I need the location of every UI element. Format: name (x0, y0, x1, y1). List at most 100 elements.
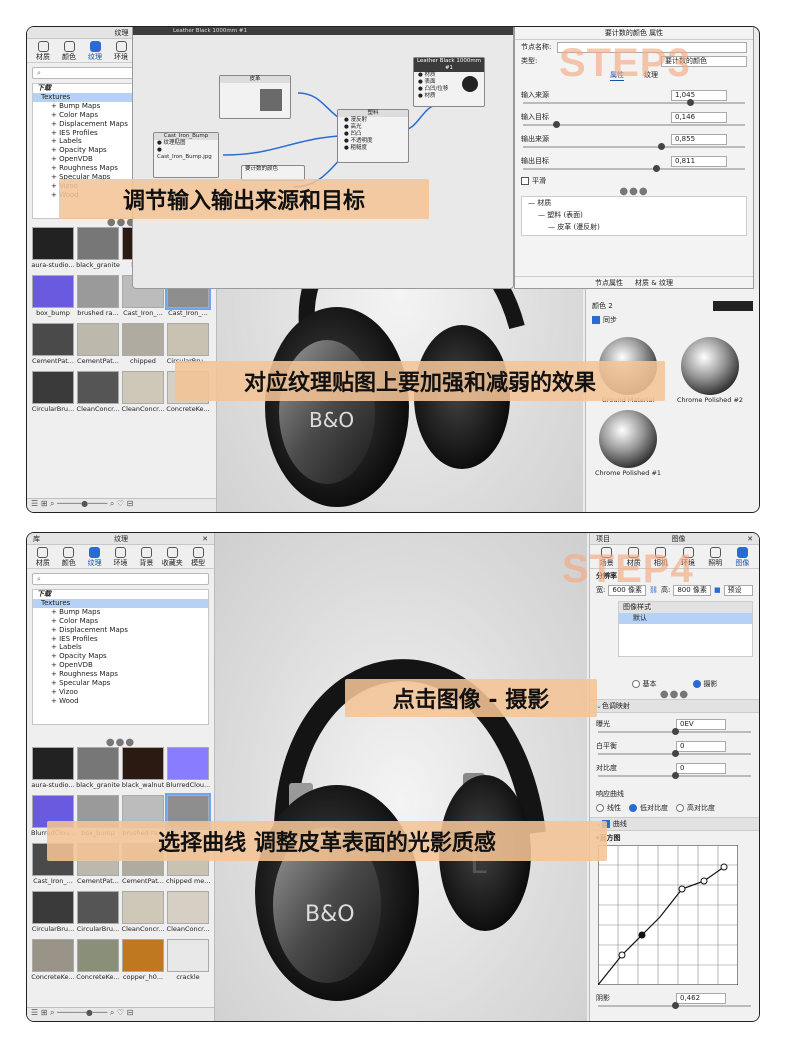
texture-thumb[interactable]: chipped (121, 323, 165, 369)
tree-item[interactable]: + Roughness Maps (33, 670, 208, 679)
texture-thumb[interactable]: CircularBru... (31, 371, 75, 417)
curve-option[interactable]: 线性 (596, 803, 621, 813)
search-input-2[interactable]: ⌕ (32, 573, 209, 585)
tree-item[interactable]: Textures (33, 598, 208, 608)
node-port[interactable]: ● 漫反射 (344, 117, 408, 124)
curve-option[interactable]: 低对比度 (629, 803, 668, 813)
tab-s4-5[interactable]: 收藏夹 (160, 547, 184, 568)
sync-checkbox[interactable] (592, 316, 600, 324)
wb-slider[interactable] (598, 750, 751, 757)
tab-s3-2[interactable]: 纹理 (83, 41, 107, 62)
color2-swatch[interactable] (713, 301, 753, 311)
tab-s3-3[interactable]: 环境 (109, 41, 133, 62)
texture-thumb[interactable]: brushed ra... (76, 275, 120, 321)
param-slider[interactable] (523, 165, 745, 172)
tab-s4-4[interactable]: 背景 (134, 547, 158, 568)
material-thumb[interactable]: Chrome Polished #1 (590, 410, 666, 477)
material-thumb[interactable]: Chrome Polished #2 (672, 337, 748, 404)
node-port[interactable]: ● 纹理贴图 (157, 140, 218, 147)
curve-section[interactable]: ⌄ 曲线 (590, 817, 759, 831)
node-material-output[interactable]: Leather Black 1000mm #1 ● 材质 ● 表面 ● 凸凹/位移 ●… (413, 57, 485, 107)
close-icon[interactable]: ✕ (202, 535, 208, 543)
tree-item[interactable]: + Opacity Maps (33, 652, 208, 661)
texture-thumb[interactable]: aura-studio... (31, 227, 75, 273)
radio-button[interactable] (596, 804, 604, 812)
tab-s4-2[interactable]: 纹理 (83, 547, 107, 568)
mode-photo[interactable]: 摄影 (692, 679, 718, 689)
texture-thumb[interactable]: black_granite (76, 227, 120, 273)
curve-editor[interactable] (597, 844, 739, 986)
tree-item[interactable]: + OpenVDB (33, 661, 208, 670)
tab-material-texture[interactable]: 材质 & 纹理 (635, 277, 673, 288)
slider-knob[interactable] (653, 165, 661, 172)
render-viewport-2[interactable]: L B&O (215, 533, 587, 1021)
tab-s3-1[interactable]: 颜色 (57, 41, 81, 62)
material-tree-item[interactable]: — 皮革 (漫反射) (522, 221, 746, 233)
close-icon-2[interactable]: ✕ (747, 535, 753, 543)
wb-input[interactable]: 0 (676, 740, 726, 752)
mode-basic[interactable]: 基本 (631, 679, 657, 689)
texture-thumb[interactable]: CleanConcr... (121, 371, 165, 417)
tree-item[interactable]: + Vizoo (33, 688, 208, 697)
tab-node-props[interactable]: 节点属性 (595, 277, 623, 288)
tab-s4-1[interactable]: 颜色 (57, 547, 81, 568)
style-default[interactable]: 默认 (619, 613, 752, 624)
param-slider[interactable] (523, 121, 745, 128)
texture-thumb[interactable]: ConcreteKe... (31, 939, 75, 985)
node-editor-window[interactable]: Leather Black 1000mm #1 皮革 Leather Black… (132, 27, 514, 289)
texture-thumb[interactable]: ConcreteKe... (76, 939, 120, 985)
tree-item[interactable]: + Wood (33, 697, 208, 706)
node-plastic[interactable]: 塑料 ● 漫反射 ● 高光 ● 凹凸 ● 不透明度 ● 粗糙度 (337, 109, 409, 163)
param-slider[interactable] (523, 143, 745, 150)
tree-item[interactable]: + Displacement Maps (33, 626, 208, 635)
radio-button[interactable] (629, 804, 637, 812)
tree-item[interactable]: + Labels (33, 643, 208, 652)
tab-proj-4[interactable]: 照明 (703, 547, 727, 568)
node-port[interactable]: ● Cast_Iron_Bump.jpg (157, 147, 218, 161)
param-input[interactable]: 1,045 (671, 89, 727, 101)
tab-s4-6[interactable]: 模型 (186, 547, 210, 568)
lock-icon[interactable]: ■ (714, 586, 721, 594)
texture-thumb[interactable]: CementPat... (31, 323, 75, 369)
exposure-input[interactable]: 0EV (676, 718, 726, 730)
texture-thumb[interactable]: copper_h0... (121, 939, 165, 985)
node-port[interactable]: ● 粗糙度 (344, 145, 408, 152)
texture-thumb[interactable]: crackle (166, 939, 210, 985)
param-slider[interactable] (523, 99, 745, 106)
tonemap-section[interactable]: ⌄ 色调映射 (590, 699, 759, 713)
shadow-input[interactable]: 0,462 (676, 992, 726, 1004)
node-port[interactable]: ● 材质 (418, 93, 484, 100)
tab-s3-0[interactable]: 材质 (31, 41, 55, 62)
texture-thumb[interactable]: CircularBru... (31, 891, 75, 937)
slider-knob[interactable] (553, 121, 561, 128)
texture-thumb[interactable]: CleanConcr... (76, 371, 120, 417)
param-input[interactable]: 0,855 (671, 133, 727, 145)
tab-s4-3[interactable]: 环境 (109, 547, 133, 568)
texture-thumb[interactable]: BlurredClou... (166, 747, 210, 793)
tree-item[interactable]: + Specular Maps (33, 679, 208, 688)
contrast-input[interactable]: 0 (676, 762, 726, 774)
tab-proj-5[interactable]: 图像 (730, 547, 754, 568)
smooth-checkbox[interactable] (521, 177, 529, 185)
node-port[interactable]: ● 不透明度 (344, 138, 408, 145)
tree-item[interactable]: + Bump Maps (33, 608, 208, 617)
texture-thumb[interactable]: CircularBru... (76, 891, 120, 937)
node-port[interactable]: ● 高光 (344, 124, 408, 131)
texture-thumb[interactable]: CleanConcr... (166, 891, 210, 937)
slider-knob[interactable] (686, 99, 694, 106)
node-leather-color[interactable]: 皮革 (219, 75, 291, 119)
radio-button[interactable] (676, 804, 684, 812)
tree-item[interactable]: + Color Maps (33, 617, 208, 626)
param-input[interactable]: 0,811 (671, 155, 727, 167)
preset-select[interactable]: 预设 (723, 584, 753, 596)
texture-thumb[interactable]: CleanConcr... (121, 891, 165, 937)
slider-knob[interactable] (657, 143, 665, 150)
texture-thumb[interactable]: CementPat... (76, 323, 120, 369)
node-port[interactable]: ● 凹凸 (344, 131, 408, 138)
exposure-slider[interactable] (598, 728, 751, 735)
tree-item[interactable]: 下载 (33, 590, 208, 599)
contrast-slider[interactable] (598, 772, 751, 779)
tab-s4-0[interactable]: 材质 (31, 547, 55, 568)
curve-option[interactable]: 高对比度 (676, 803, 715, 813)
texture-thumb[interactable]: aura-studio... (31, 747, 75, 793)
